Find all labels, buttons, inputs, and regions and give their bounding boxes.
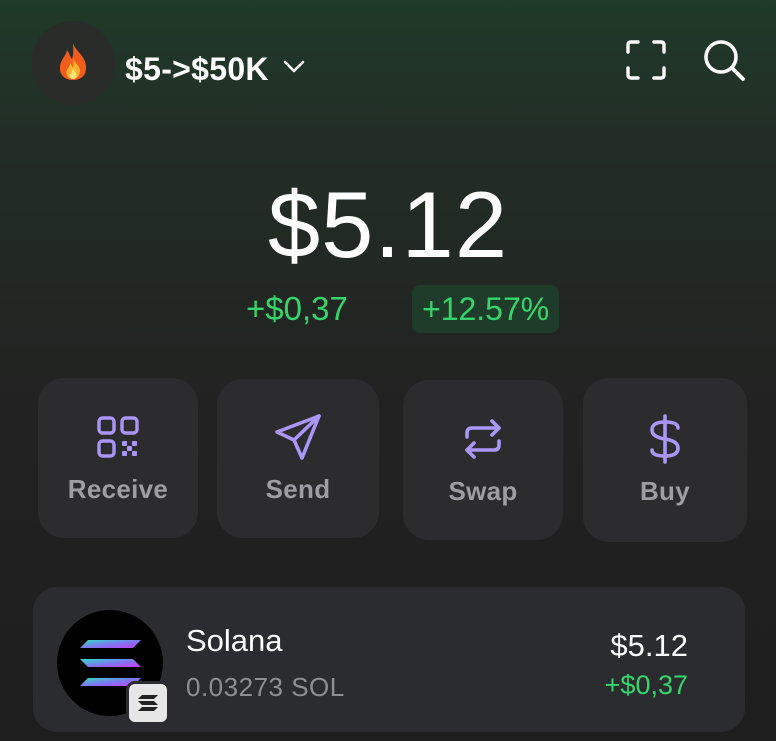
balance-change-percent: +12.57% — [412, 285, 560, 333]
search-icon — [702, 38, 746, 87]
token-change: +$0,37 — [604, 670, 688, 700]
send-label: Send — [265, 474, 331, 504]
solana-network-badge-icon — [126, 681, 170, 725]
account-selector[interactable]: $5->$50K — [125, 48, 305, 90]
scan-button[interactable] — [624, 39, 668, 86]
balance-change-amount: +$0,37 — [246, 290, 348, 327]
send-button[interactable]: Send — [217, 379, 379, 538]
qr-code-icon — [93, 412, 143, 462]
swap-button[interactable]: Swap — [403, 380, 563, 540]
dollar-sign-icon — [640, 413, 690, 464]
receive-label: Receive — [67, 473, 169, 504]
search-button[interactable] — [702, 38, 746, 87]
buy-label: Buy — [639, 475, 691, 506]
scan-frame-icon — [625, 39, 667, 86]
buy-button[interactable]: Buy — [583, 378, 747, 542]
swap-arrows-icon — [458, 414, 508, 464]
account-name: $5->$50K — [125, 50, 269, 87]
token-name: Solana — [186, 623, 283, 658]
token-amount: 0.03273 SOL — [186, 672, 345, 702]
swap-label: Swap — [448, 475, 518, 506]
account-avatar[interactable] — [31, 21, 115, 105]
receive-button[interactable]: Receive — [38, 378, 198, 538]
token-value: $5.12 — [610, 628, 688, 663]
total-balance: $5.12 — [267, 172, 509, 277]
token-row-solana[interactable]: Solana 0.03273 SOL $5.12 +$0,37 — [33, 587, 745, 732]
fire-emoji-icon — [55, 41, 91, 86]
chevron-down-icon — [283, 60, 305, 79]
paper-plane-icon — [273, 412, 323, 462]
balance-change-row: +$0,37 +12.57% — [0, 285, 776, 333]
